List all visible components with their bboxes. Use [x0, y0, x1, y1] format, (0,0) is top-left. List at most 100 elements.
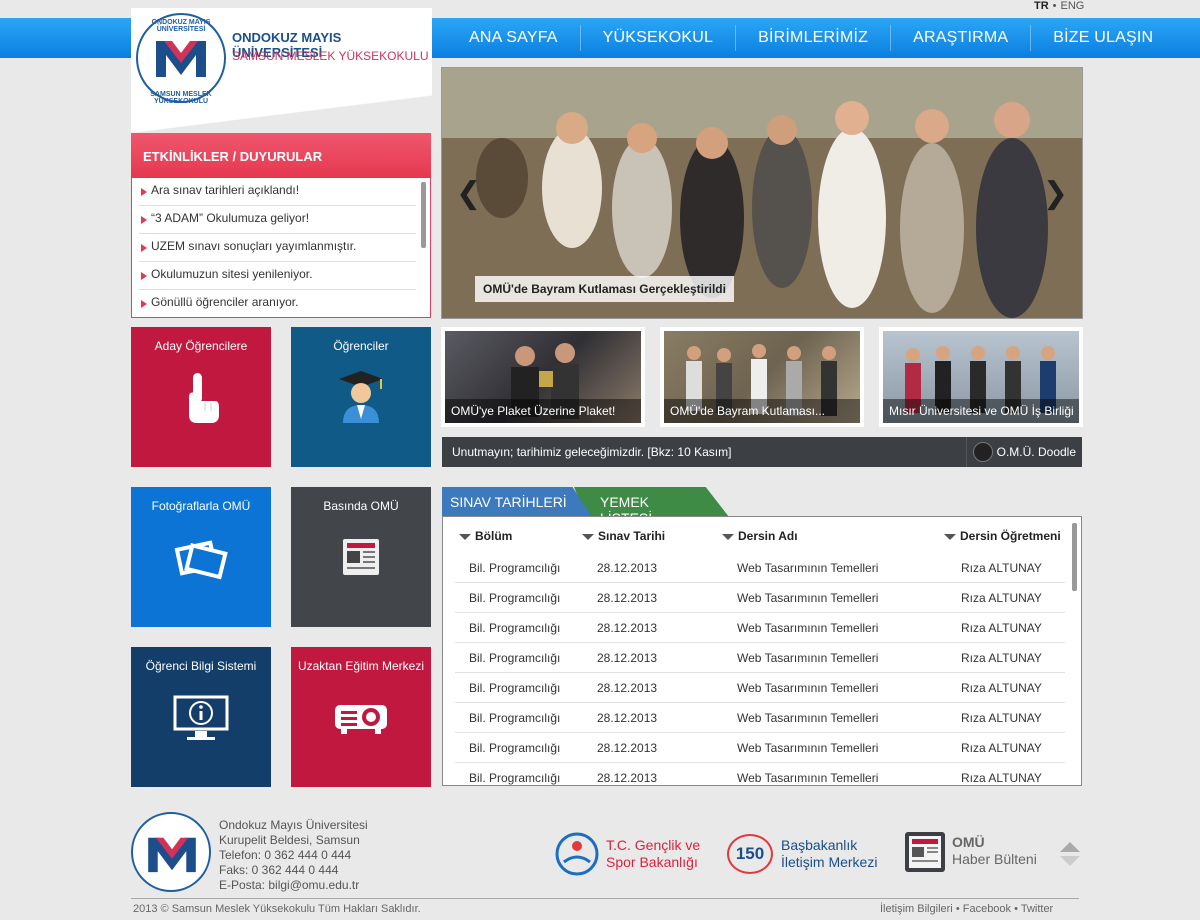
table-row[interactable]: Bil. Programcılığı 28.12.2013 Web Tasarı…	[455, 673, 1065, 703]
lang-tr-link[interactable]: TR	[1034, 0, 1049, 12]
address-line: Kurupelit Beldesi, Samsun	[219, 833, 360, 847]
thumbnail-caption: OMÜ'de Bayram Kutlaması...	[664, 399, 860, 423]
tile-photo-gallery[interactable]: Fotoğraflarla OMÜ	[131, 487, 271, 627]
nav-research[interactable]: ARAŞTIRMA	[891, 18, 1030, 58]
column-header-instructor[interactable]: Dersin Öğretmeni	[944, 529, 1061, 543]
nav-contact[interactable]: BİZE ULAŞIN	[1031, 18, 1175, 58]
footer-divider	[131, 898, 1079, 899]
tile-students[interactable]: Öğrenciler	[291, 327, 431, 467]
cell-instructor: Rıza ALTUNAY	[961, 561, 1042, 575]
table-row[interactable]: Bil. Programcılığı 28.12.2013 Web Tasarı…	[455, 553, 1065, 583]
address-fax: Faks: 0 362 444 0 444	[219, 863, 339, 877]
tab-meal-list[interactable]: YEMEK LİSTESİ	[574, 487, 729, 517]
footer-omu-emblem-icon	[148, 837, 196, 873]
footer-link-twitter[interactable]: Twitter	[1021, 903, 1053, 915]
seal-top-text: ONDOKUZ MAYIS ÜNİVERSİTESİ	[151, 19, 211, 33]
tile-label: Öğrenci Bilgi Sistemi	[145, 659, 257, 673]
footer-link-separator: •	[1014, 903, 1018, 915]
news-slider: ❮ ❯ OMÜ'de Bayram Kutlaması Gerçekleştir…	[441, 67, 1083, 319]
column-header-department[interactable]: Bölüm	[459, 529, 512, 543]
cell-exam-date: 28.12.2013	[597, 741, 658, 755]
table-row[interactable]: Bil. Programcılığı 28.12.2013 Web Tasarı…	[455, 733, 1065, 763]
announcement-item[interactable]: UZEM sınavı sonuçları yayımlanmıştır.	[139, 234, 416, 262]
table-row[interactable]: Bil. Programcılığı 28.12.2013 Web Tasarı…	[455, 643, 1065, 673]
table-row[interactable]: Bil. Programcılığı 28.12.2013 Web Tasarı…	[455, 763, 1065, 785]
cell-course-name: Web Tasarımının Temelleri	[737, 621, 879, 635]
tile-label: Fotoğraflarla OMÜ	[151, 499, 251, 513]
site-logo[interactable]: ONDOKUZ MAYIS ÜNİVERSİTESİ SAMSUN MESLEK…	[131, 8, 432, 133]
news-thumbnail[interactable]: Mısır Üniversitesi ve OMÜ İş Birliği	[879, 327, 1083, 427]
cell-course-name: Web Tasarımının Temelleri	[737, 741, 879, 755]
cell-department: Bil. Programcılığı	[469, 561, 561, 575]
cell-exam-date: 28.12.2013	[597, 651, 658, 665]
cell-instructor: Rıza ALTUNAY	[961, 711, 1042, 725]
announcements-list: Ara sınav tarihleri açıklandı! “3 ADAM” …	[132, 178, 430, 318]
exam-table: Bölüm Sınav Tarihi Dersin Adı Dersin Öğr…	[442, 516, 1082, 786]
announcement-item[interactable]: Ara sınav tarihleri açıklandı!	[139, 178, 416, 206]
column-header-exam-date[interactable]: Sınav Tarihi	[582, 529, 665, 543]
news-thumbnail[interactable]: OMÜ'ye Plaket Üzerine Plaket!	[441, 327, 645, 427]
table-row[interactable]: Bil. Programcılığı 28.12.2013 Web Tasarı…	[455, 703, 1065, 733]
footer-link-facebook[interactable]: Facebook	[963, 903, 1011, 915]
bimer-150-logo-icon: 150	[727, 834, 773, 874]
address-email[interactable]: E-Posta: bilgi@omu.edu.tr	[219, 878, 368, 893]
lang-separator: •	[1052, 0, 1057, 12]
slider-next-arrow-icon[interactable]: ❯	[1043, 176, 1068, 211]
cell-department: Bil. Programcılığı	[469, 651, 561, 665]
news-thumbnail[interactable]: OMÜ'de Bayram Kutlaması...	[660, 327, 864, 427]
thumbnail-photo: Mısır Üniversitesi ve OMÜ İş Birliği	[883, 331, 1079, 423]
cell-department: Bil. Programcılığı	[469, 741, 561, 755]
exam-table-scrollbar[interactable]	[1072, 523, 1077, 591]
announcement-item[interactable]: Okulumuzun sitesi yenileniyor.	[139, 262, 416, 290]
announcement-item[interactable]: Gönüllü öğrenciler aranıyor.	[139, 290, 416, 318]
table-row[interactable]: Bil. Programcılığı 28.12.2013 Web Tasarı…	[455, 583, 1065, 613]
doodle-brand-label: O.M.Ü. Doodle	[996, 445, 1076, 459]
cell-exam-date: 28.12.2013	[597, 771, 658, 785]
language-switcher: TR • ENG	[1034, 0, 1088, 12]
tile-student-info-system[interactable]: Öğrenci Bilgi Sistemi	[131, 647, 271, 787]
announcement-item[interactable]: “3 ADAM” Okulumuza geliyor!	[139, 206, 416, 234]
address-line: Ondokuz Mayıs Üniversitesi	[219, 818, 368, 832]
doodle-brand[interactable]: O.M.Ü. Doodle	[965, 437, 1082, 467]
footer-address: Ondokuz Mayıs Üniversitesi Kurupelit Bel…	[219, 818, 368, 893]
photos-icon	[174, 540, 228, 580]
partner1-line1: T.C. Gençlik ve	[606, 837, 701, 853]
tile-label: Öğrenciler	[333, 339, 389, 353]
tile-distance-education[interactable]: Uzaktan Eğitim Merkezi	[291, 647, 431, 787]
footer-link-contact[interactable]: İletişim Bilgileri	[880, 903, 953, 915]
doodle-text[interactable]: Unutmayın; tarihimiz geleceğimizdir. [Bk…	[452, 445, 731, 459]
main-nav: ANA SAYFA YÜKSEKOKUL BİRİMLERİMİZ ARAŞTI…	[447, 18, 1175, 58]
thumbnail-photo: OMÜ'ye Plaket Üzerine Plaket!	[445, 331, 641, 423]
lang-eng-link[interactable]: ENG	[1061, 0, 1085, 12]
cell-exam-date: 28.12.2013	[597, 711, 658, 725]
cell-instructor: Rıza ALTUNAY	[961, 771, 1042, 785]
nav-home[interactable]: ANA SAYFA	[447, 18, 580, 58]
nav-units[interactable]: BİRİMLERİMİZ	[736, 18, 890, 58]
cell-course-name: Web Tasarımının Temelleri	[737, 711, 879, 725]
logo-school-name: SAMSUN MESLEK YÜKSEKOKULU	[232, 49, 429, 63]
tile-label: Uzaktan Eğitim Merkezi	[297, 659, 425, 673]
slider-prev-arrow-icon[interactable]: ❮	[456, 176, 481, 211]
column-header-course-name[interactable]: Dersin Adı	[722, 529, 798, 543]
scroll-top-arrows-icon[interactable]	[1060, 842, 1080, 866]
thumbnail-caption: OMÜ'ye Plaket Üzerine Plaket!	[445, 399, 641, 423]
slider-caption[interactable]: OMÜ'de Bayram Kutlaması Gerçekleştirildi	[475, 276, 734, 302]
cell-instructor: Rıza ALTUNAY	[961, 681, 1042, 695]
nav-school[interactable]: YÜKSEKOKUL	[581, 18, 735, 58]
table-row[interactable]: Bil. Programcılığı 28.12.2013 Web Tasarı…	[455, 613, 1065, 643]
cell-department: Bil. Programcılığı	[469, 711, 561, 725]
tab-exam-dates[interactable]: SINAV TARİHLERİ	[442, 487, 592, 517]
partner1-line2: Spor Bakanlığı	[606, 854, 698, 870]
cell-department: Bil. Programcılığı	[469, 591, 561, 605]
cell-department: Bil. Programcılığı	[469, 681, 561, 695]
partner3-line1: OMÜ	[952, 834, 985, 850]
footer-link-separator: •	[955, 903, 960, 915]
cell-instructor: Rıza ALTUNAY	[961, 741, 1042, 755]
announcements-scrollbar[interactable]	[421, 182, 426, 248]
info-monitor-icon	[173, 695, 229, 740]
seal-bottom-text: SAMSUN MESLEK YÜKSEKOKULU	[150, 91, 212, 105]
tile-prospective-students[interactable]: Aday Öğrencilere	[131, 327, 271, 467]
tile-press[interactable]: Basında OMÜ	[291, 487, 431, 627]
tile-label: Aday Öğrencilere	[154, 339, 248, 353]
hand-pointer-icon	[189, 373, 219, 423]
